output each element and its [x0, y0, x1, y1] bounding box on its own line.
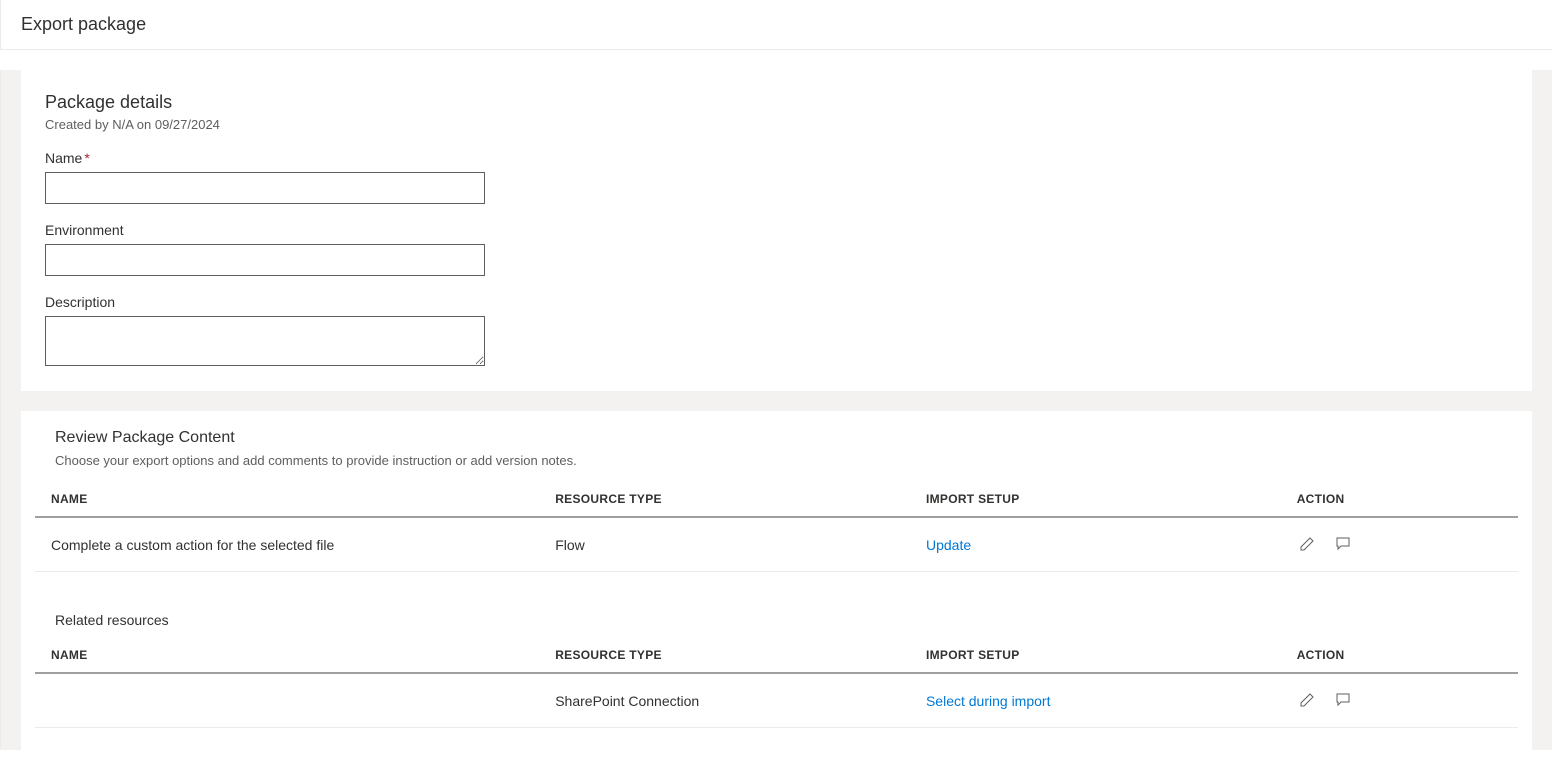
- table-row: SharePoint Connection Select during impo…: [35, 673, 1518, 728]
- row-name: [35, 673, 539, 728]
- import-setup-link[interactable]: Update: [926, 537, 971, 553]
- description-input[interactable]: [45, 316, 485, 366]
- related-table: NAME RESOURCE TYPE IMPORT SETUP ACTION S…: [35, 638, 1518, 728]
- rel-col-type: RESOURCE TYPE: [539, 638, 910, 673]
- environment-label: Environment: [45, 222, 1508, 238]
- import-setup-link[interactable]: Select during import: [926, 693, 1051, 709]
- name-input[interactable]: [45, 172, 485, 204]
- description-label: Description: [45, 294, 1508, 310]
- content-table: NAME RESOURCE TYPE IMPORT SETUP ACTION C…: [35, 482, 1518, 572]
- review-heading: Review Package Content: [35, 429, 1518, 447]
- rel-col-import: IMPORT SETUP: [910, 638, 1281, 673]
- edit-icon[interactable]: [1297, 534, 1317, 554]
- page-title-text: Export package: [21, 14, 146, 34]
- row-type: SharePoint Connection: [539, 673, 910, 728]
- environment-input[interactable]: [45, 244, 485, 276]
- comment-icon[interactable]: [1333, 534, 1353, 554]
- row-name: Complete a custom action for the selecte…: [35, 517, 539, 572]
- col-type-header: RESOURCE TYPE: [539, 482, 910, 517]
- rel-col-action: ACTION: [1281, 638, 1518, 673]
- comment-icon[interactable]: [1333, 690, 1353, 710]
- rel-col-name: NAME: [35, 638, 539, 673]
- edit-icon[interactable]: [1297, 690, 1317, 710]
- related-heading: Related resources: [35, 612, 1518, 628]
- table-row: Complete a custom action for the selecte…: [35, 517, 1518, 572]
- page-title: Export package: [0, 0, 1552, 50]
- col-action-header: ACTION: [1281, 482, 1518, 517]
- review-panel: Review Package Content Choose your expor…: [21, 411, 1532, 750]
- review-subtitle: Choose your export options and add comme…: [35, 453, 1518, 468]
- col-name-header: NAME: [35, 482, 539, 517]
- details-heading: Package details: [45, 92, 1508, 113]
- name-label: Name*: [45, 150, 1508, 166]
- package-details-panel: Package details Created by N/A on 09/27/…: [21, 70, 1532, 391]
- col-import-header: IMPORT SETUP: [910, 482, 1281, 517]
- row-type: Flow: [539, 517, 910, 572]
- details-created: Created by N/A on 09/27/2024: [45, 117, 1508, 132]
